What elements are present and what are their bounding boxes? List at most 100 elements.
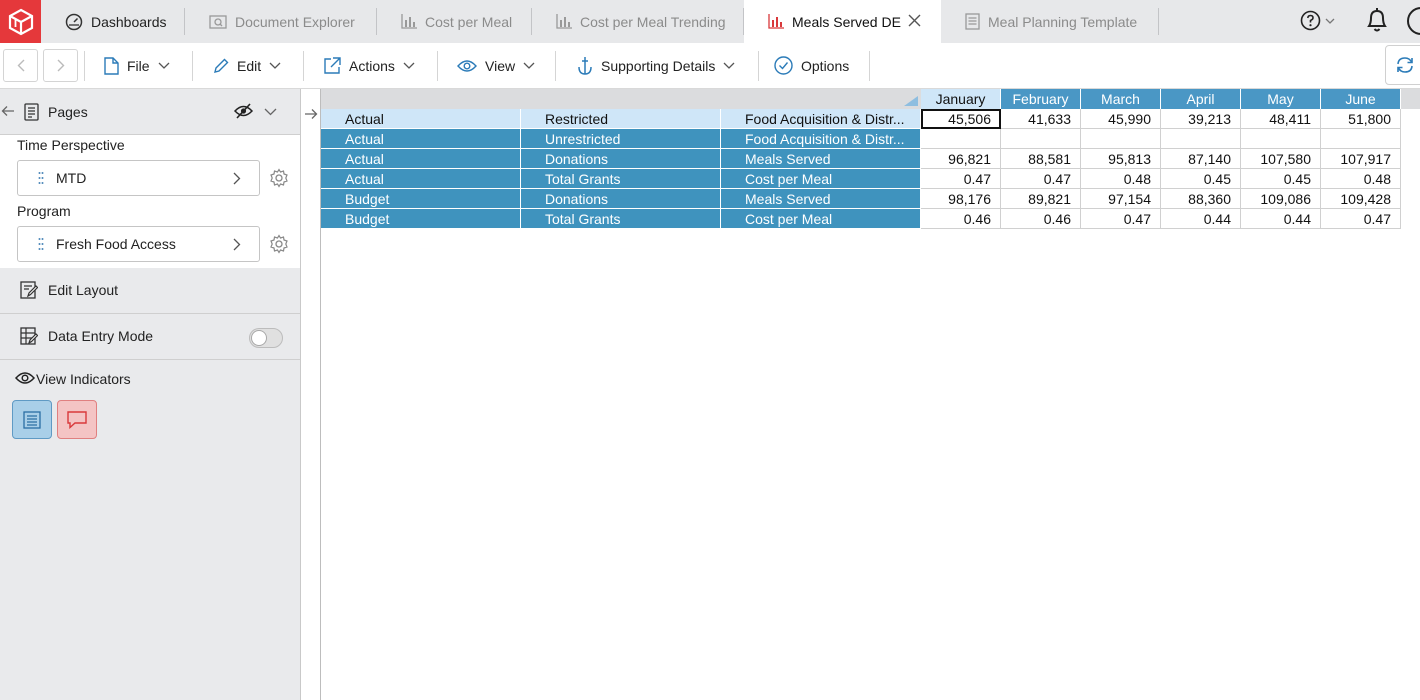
row-header-measure[interactable]: Meals Served <box>721 189 921 209</box>
data-cell[interactable]: 0.44 <box>1161 209 1241 229</box>
data-cell[interactable]: 45,506 <box>921 109 1001 129</box>
row-header-fund[interactable]: Donations <box>521 189 721 209</box>
data-cell[interactable]: 89,821 <box>1001 189 1081 209</box>
help-menu-button[interactable] <box>1300 10 1335 31</box>
data-cell[interactable]: 0.44 <box>1241 209 1321 229</box>
row-header-fund[interactable]: Total Grants <box>521 209 721 229</box>
file-menu[interactable]: File <box>104 43 170 88</box>
month-column-header[interactable]: January <box>921 89 1001 109</box>
gear-icon[interactable] <box>269 234 289 254</box>
data-cell[interactable] <box>1241 129 1321 149</box>
row-header-fund[interactable]: Donations <box>521 149 721 169</box>
time-perspective-select[interactable]: MTD <box>17 160 260 196</box>
program-select[interactable]: Fresh Food Access <box>17 226 260 262</box>
notifications-button[interactable] <box>1362 5 1392 35</box>
data-cell[interactable]: 88,581 <box>1001 149 1081 169</box>
data-cell[interactable]: 0.48 <box>1321 169 1401 189</box>
arrow-left-icon[interactable] <box>1 105 15 117</box>
data-cell[interactable] <box>1321 129 1401 149</box>
data-cell[interactable] <box>921 129 1001 149</box>
edit-menu[interactable]: Edit <box>213 43 281 88</box>
data-cell[interactable]: 87,140 <box>1161 149 1241 169</box>
data-cell[interactable]: 0.45 <box>1161 169 1241 189</box>
month-column-header[interactable]: June <box>1321 89 1401 109</box>
arrow-right-icon[interactable] <box>304 108 318 120</box>
gear-icon[interactable] <box>269 168 289 188</box>
data-cell[interactable] <box>1081 129 1161 149</box>
data-cell[interactable] <box>1161 129 1241 149</box>
tab-document-explorer[interactable]: Document Explorer <box>185 0 377 43</box>
data-cell[interactable]: 107,917 <box>1321 149 1401 169</box>
chevron-down-icon[interactable] <box>264 108 277 116</box>
month-column-header[interactable]: March <box>1081 89 1161 109</box>
data-cell[interactable]: 0.47 <box>1321 209 1401 229</box>
row-header-scenario[interactable]: Budget <box>321 209 521 229</box>
data-entry-mode-toggle[interactable] <box>249 328 283 348</box>
actions-menu[interactable]: Actions <box>323 43 415 88</box>
data-cell[interactable]: 97,154 <box>1081 189 1161 209</box>
options-button[interactable]: Options <box>774 43 849 88</box>
toolbar: File Edit Actions View Supporting Detail… <box>0 43 1420 89</box>
row-header-measure[interactable]: Food Acquisition & Distr... <box>721 129 921 149</box>
data-cell[interactable]: 39,213 <box>1161 109 1241 129</box>
data-cell[interactable]: 0.48 <box>1081 169 1161 189</box>
data-cell[interactable]: 95,813 <box>1081 149 1161 169</box>
view-menu[interactable]: View <box>457 43 535 88</box>
row-header-measure[interactable]: Cost per Meal <box>721 209 921 229</box>
refresh-button[interactable] <box>1385 45 1420 85</box>
data-cell[interactable]: 107,580 <box>1241 149 1321 169</box>
data-cell[interactable]: 48,411 <box>1241 109 1321 129</box>
data-cell[interactable]: 96,821 <box>921 149 1001 169</box>
data-cell[interactable]: 51,800 <box>1321 109 1401 129</box>
app-logo[interactable] <box>0 0 41 43</box>
bar-chart-icon <box>768 14 784 29</box>
tab-meals-served-de[interactable]: Meals Served DE <box>744 0 941 43</box>
row-header-measure[interactable]: Meals Served <box>721 149 921 169</box>
data-cell[interactable]: 0.45 <box>1241 169 1321 189</box>
row-header-scenario[interactable]: Actual <box>321 109 521 129</box>
page-filters: Time Perspective MTD Program Fresh Food … <box>0 135 300 268</box>
data-cell[interactable]: 0.47 <box>921 169 1001 189</box>
month-column-header[interactable]: February <box>1001 89 1081 109</box>
data-cell[interactable]: 98,176 <box>921 189 1001 209</box>
data-cell[interactable]: 0.46 <box>921 209 1001 229</box>
check-circle-icon <box>774 56 793 75</box>
data-cell[interactable] <box>1001 129 1081 149</box>
row-header-scenario[interactable]: Budget <box>321 189 521 209</box>
row-header-fund[interactable]: Unrestricted <box>521 129 721 149</box>
data-cell[interactable]: 109,428 <box>1321 189 1401 209</box>
row-header-fund[interactable]: Total Grants <box>521 169 721 189</box>
data-cell[interactable]: 41,633 <box>1001 109 1081 129</box>
row-header-scenario[interactable]: Actual <box>321 129 521 149</box>
row-header-measure[interactable]: Food Acquisition & Distr... <box>721 109 921 129</box>
month-column-header[interactable]: April <box>1161 89 1241 109</box>
user-menu-button[interactable] <box>1406 6 1420 36</box>
data-cell[interactable]: 0.47 <box>1001 169 1081 189</box>
eye-off-icon[interactable] <box>234 103 253 119</box>
edit-layout-item[interactable]: Edit Layout <box>0 268 300 314</box>
toolbar-divider <box>555 51 556 81</box>
row-header-measure[interactable]: Cost per Meal <box>721 169 921 189</box>
forward-button[interactable] <box>43 49 78 82</box>
data-cell[interactable]: 109,086 <box>1241 189 1321 209</box>
close-icon[interactable] <box>908 14 921 27</box>
row-header-fund[interactable]: Restricted <box>521 109 721 129</box>
supporting-details-menu[interactable]: Supporting Details <box>577 43 735 88</box>
data-cell[interactable]: 88,360 <box>1161 189 1241 209</box>
row-header-scenario[interactable]: Actual <box>321 149 521 169</box>
tab-cost-per-meal-trending[interactable]: Cost per Meal Trending <box>532 0 744 43</box>
tab-dashboards[interactable]: Dashboards <box>41 0 185 43</box>
row-header-scenario[interactable]: Actual <box>321 169 521 189</box>
data-cell[interactable]: 45,990 <box>1081 109 1161 129</box>
tab-meal-planning-template[interactable]: Meal Planning Template <box>941 0 1159 43</box>
toggle-knob <box>251 330 267 346</box>
data-cell[interactable]: 0.47 <box>1081 209 1161 229</box>
tab-cost-per-meal[interactable]: Cost per Meal <box>377 0 532 43</box>
comment-indicator-toggle[interactable] <box>57 400 97 439</box>
panel-collapse-strip[interactable] <box>301 89 321 700</box>
back-button[interactable] <box>3 49 38 82</box>
supporting-detail-indicator-toggle[interactable] <box>12 400 52 439</box>
month-column-header[interactable]: May <box>1241 89 1321 109</box>
corner-resize-icon <box>904 96 918 106</box>
data-cell[interactable]: 0.46 <box>1001 209 1081 229</box>
